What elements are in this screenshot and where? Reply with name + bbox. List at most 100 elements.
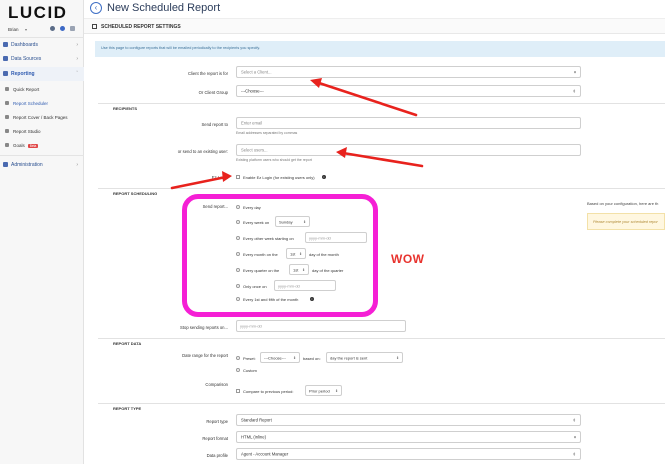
sidebar-item-administration[interactable]: Administration › xyxy=(0,158,84,172)
sidebar-subitem-report-scheduler[interactable]: Report Scheduler xyxy=(0,97,84,110)
database-icon xyxy=(3,56,8,61)
existing-users-select[interactable]: Select users... xyxy=(236,144,581,156)
custom-label: Custom xyxy=(243,368,257,373)
arrow-lines xyxy=(170,80,424,190)
prior-period-select[interactable]: Prior period ⇕ xyxy=(305,385,342,396)
calendar-icon xyxy=(92,24,97,29)
client-label: Client the report is for xyxy=(187,71,228,76)
sidebar-item-data-sources[interactable]: Data Sources › xyxy=(0,52,84,66)
sidebar-subitem-cover-pages[interactable]: Report Cover / Back Pages xyxy=(0,111,84,124)
sidebar-subitem-quick-report[interactable]: Quick Report xyxy=(0,83,84,96)
report-type-select[interactable]: Standard Report ⇕ xyxy=(236,414,581,426)
report-type-label: Report type xyxy=(206,419,228,424)
email-field[interactable]: Enter email xyxy=(236,117,581,129)
chevron-down-icon: ▾ xyxy=(573,434,576,440)
preset-radio[interactable] xyxy=(236,356,240,360)
sidebar: LUCID Brian ▾ Dashboards › Data Sources … xyxy=(0,0,84,464)
client-group-value: ---Choose--- xyxy=(241,88,264,94)
based-on-value: day the report is sent xyxy=(330,355,368,360)
ez-login-checkbox[interactable] xyxy=(236,175,240,179)
report-format-value: HTML (inline) xyxy=(241,434,266,440)
email-placeholder: Enter email xyxy=(241,120,263,126)
ez-login-label: Ez Login xyxy=(211,175,228,180)
sidebar-subitem-label: Quick Report xyxy=(13,87,40,92)
chevron-right-icon: › xyxy=(76,162,78,168)
sort-icon: ⇕ xyxy=(572,88,576,94)
pin-icon[interactable] xyxy=(50,26,55,31)
section-divider xyxy=(98,403,665,404)
quick-report-icon xyxy=(5,87,9,91)
sort-icon: ⇕ xyxy=(293,355,296,360)
data-profile-select[interactable]: Agent - Account Manager ⇕ xyxy=(236,448,581,460)
compare-checkbox[interactable] xyxy=(236,389,240,393)
goals-icon xyxy=(5,143,9,147)
data-profile-value: Agent - Account Manager xyxy=(241,451,289,457)
based-on-select[interactable]: day the report is sent ⇕ xyxy=(326,352,403,363)
info-icon[interactable]: i xyxy=(322,175,326,179)
sidebar-subitem-label: Report Scheduler xyxy=(13,101,49,106)
sidebar-subitem-report-studio[interactable]: Report Studio xyxy=(0,125,84,138)
preset-label: Preset: xyxy=(243,356,256,361)
report-type-value: Standard Report xyxy=(241,417,272,423)
sidebar-subitem-label: Report Studio xyxy=(13,129,41,134)
user-menu[interactable]: Brian xyxy=(8,27,19,32)
sidebar-item-label: Data Sources xyxy=(11,56,42,62)
comparison-label: Comparison xyxy=(205,382,228,387)
sidebar-subitem-label: Goals Beta xyxy=(13,143,39,148)
scheduling-heading: REPORT SCHEDULING xyxy=(113,191,158,196)
stop-date-input[interactable]: yyyy-mm-dd xyxy=(236,320,406,332)
chevron-down-icon: ▾ xyxy=(573,69,576,75)
info-text: Use this page to configure reports that … xyxy=(101,46,261,50)
sort-icon: ⇕ xyxy=(396,355,399,360)
sort-icon: ⇕ xyxy=(335,388,338,393)
highlight-box xyxy=(182,194,378,317)
report-data-heading: REPORT DATA xyxy=(113,341,142,346)
report-format-select[interactable]: HTML (inline) ▾ xyxy=(236,431,581,443)
based-on-label: based on: xyxy=(303,356,321,361)
email-help: Email addresses separated by commas xyxy=(236,131,298,135)
client-group-label: Or Client Group xyxy=(198,90,228,95)
chevron-down-icon[interactable]: ▾ xyxy=(25,27,27,32)
beta-badge: Beta xyxy=(27,144,39,148)
ez-login-option: Enable Ez Login (for existing users only… xyxy=(243,175,315,180)
recipients-heading: RECIPIENTS xyxy=(113,106,138,111)
schedule-preview-note: Based on your configuration, here are th xyxy=(587,201,659,206)
sort-icon: ⇕ xyxy=(572,417,576,423)
settings-icon[interactable] xyxy=(70,26,75,31)
client-placeholder: Select a Client... xyxy=(241,69,272,75)
schedule-warning: Please complete your scheduled repor xyxy=(587,213,665,230)
custom-radio[interactable] xyxy=(236,368,240,372)
date-placeholder: yyyy-mm-dd xyxy=(240,323,262,329)
sidebar-subitem-label: Report Cover / Back Pages xyxy=(13,115,68,120)
sidebar-divider xyxy=(0,155,84,156)
wow-annotation: WOW xyxy=(391,252,425,266)
send-to-label: Send report to xyxy=(201,122,228,127)
section-divider xyxy=(98,188,665,189)
stop-sending-label: Stop sending reports on... xyxy=(180,325,228,330)
chevron-down-icon: ˇ xyxy=(76,71,78,77)
dashboard-icon xyxy=(3,42,8,47)
info-banner: Use this page to configure reports that … xyxy=(95,41,665,57)
existing-users-help: Existing platform users who should get t… xyxy=(236,158,312,162)
client-group-select[interactable]: ---Choose--- ⇕ xyxy=(236,85,581,97)
studio-icon xyxy=(5,129,9,133)
sidebar-subitem-goals[interactable]: Goals Beta xyxy=(0,139,84,152)
sidebar-item-dashboards[interactable]: Dashboards › xyxy=(0,38,84,52)
back-button[interactable]: ‹ xyxy=(90,2,102,14)
section-header: SCHEDULED REPORT SETTINGS xyxy=(84,18,665,34)
report-format-label: Report format xyxy=(202,436,228,441)
preset-select[interactable]: ---Choose--- ⇕ xyxy=(260,352,300,363)
pages-icon xyxy=(5,115,9,119)
existing-users-placeholder: Select users... xyxy=(241,147,268,153)
lucid-logo[interactable]: LUCID xyxy=(8,3,67,23)
help-icon[interactable] xyxy=(60,26,65,31)
sidebar-item-reporting[interactable]: Reporting ˇ xyxy=(0,67,84,81)
report-type-heading: REPORT TYPE xyxy=(113,406,142,411)
goals-label: Goals xyxy=(13,143,25,148)
sidebar-item-label: Reporting xyxy=(11,71,35,77)
page-title: New Scheduled Report xyxy=(107,2,221,14)
chevron-right-icon: › xyxy=(76,42,78,48)
header-icons xyxy=(50,26,75,31)
section-divider xyxy=(98,338,665,339)
client-select[interactable]: Select a Client... ▾ xyxy=(236,66,581,78)
